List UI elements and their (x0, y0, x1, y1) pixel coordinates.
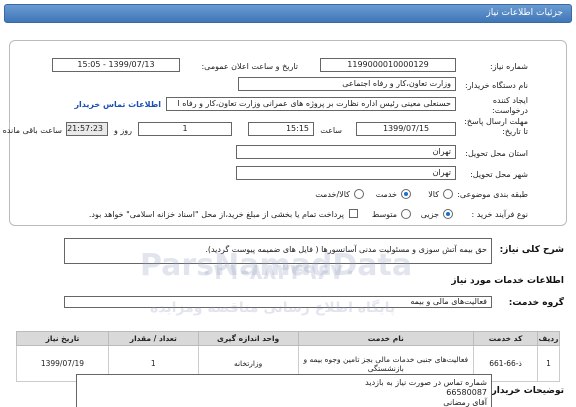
process-radio-medium[interactable] (401, 209, 411, 219)
category-radio-service[interactable] (401, 189, 411, 199)
category-option-service: خدمت (375, 190, 397, 199)
table-header-row: ردیف کد خدمت نام خدمت واحد اندازه گیری ت… (16, 331, 560, 346)
col-need-date: تاریخ نیاز (16, 331, 109, 346)
creator-label: ایجاد کننده درخواست: (492, 96, 528, 115)
buyer-notes-field: شماره تماس در صورت نیاز به بازدید 665800… (76, 374, 492, 407)
deadline-date-field: 1399/07/15 (356, 122, 456, 136)
page-title: جزئیات اطلاعات نیاز (486, 8, 563, 18)
col-service-name: نام خدمت (297, 331, 475, 346)
days-field: 1 (138, 122, 232, 136)
treasury-checkbox[interactable] (349, 209, 358, 218)
process-option-minor: جزیی (420, 210, 439, 219)
notes-line: 66580087 (446, 388, 487, 397)
process-label: نوع فرآیند خرید : (471, 210, 528, 219)
buyer-contact-link[interactable]: اطلاعات تماس خریدار (74, 100, 161, 109)
service-group-label: گروه خدمت: (508, 298, 564, 308)
remaining-label: ساعت باقی مانده (2, 126, 62, 135)
need-number-label: شماره نیاز: (490, 62, 528, 71)
summary-label: شرح کلی نیاز: (499, 245, 564, 255)
summary-field: حق بیمه آتش سوزی و مسئولیت مدنی آسانسوره… (64, 238, 492, 264)
creator-field: حسنعلی معینی رئیس اداره نظارت بر پروژه ه… (166, 97, 456, 111)
time-label: ساعت (320, 126, 342, 135)
notes-line: آقای رمضانی (443, 398, 487, 407)
city-label: شهر محل تحویل: (470, 170, 528, 179)
deadline-time-field: 15:15 (248, 122, 314, 136)
announce-date-field: 1399/07/13 - 15:05 (52, 58, 180, 72)
notes-line: شماره تماس در صورت نیاز به بازدید (365, 378, 487, 387)
province-label: استان محل تحویل: (465, 149, 528, 158)
category-label: طبقه بندی موضوعی: (457, 190, 528, 199)
cell-row: 1 (537, 345, 560, 382)
page-header: جزئیات اطلاعات نیاز (4, 4, 572, 23)
category-radio-goods[interactable] (443, 189, 453, 199)
buyer-label: نام دستگاه خریدار: (465, 81, 528, 90)
remaining-time-field: 21:57:23 (66, 122, 108, 136)
col-quantity: تعداد / مقدار (107, 331, 199, 346)
service-group-field: فعالیت‌های مالی و بیمه (64, 296, 492, 308)
col-row: ردیف (537, 331, 560, 346)
buyer-notes-label: توضیحات خریدار: (488, 386, 564, 396)
col-service-code: کد خدمت (473, 331, 539, 346)
process-option-medium: متوسط (371, 210, 397, 219)
category-radio-both[interactable] (354, 189, 364, 199)
services-section-title: اطلاعات خدمات مورد نیاز (451, 276, 564, 286)
buyer-field: وزارت تعاون،کار و رفاه اجتماعی (238, 77, 456, 91)
deadline-label: مهلت ارسال پاسخ: تا تاریخ: (464, 117, 528, 136)
days-label: روز و (114, 126, 132, 135)
category-option-goods: کالا (428, 190, 439, 199)
col-unit: واحد اندازه گیری (197, 331, 299, 346)
payment-note: پرداخت تمام یا بخشی از مبلغ خرید،از محل … (88, 210, 344, 219)
process-radio-minor[interactable] (443, 209, 453, 219)
category-option-both: کالا/خدمت (315, 190, 350, 199)
province-field: تهران (236, 145, 456, 159)
city-field: تهران (236, 166, 456, 180)
need-number-field: 1199000010000129 (320, 58, 456, 72)
announce-date-label: تاریخ و ساعت اعلان عمومی: (201, 62, 298, 71)
